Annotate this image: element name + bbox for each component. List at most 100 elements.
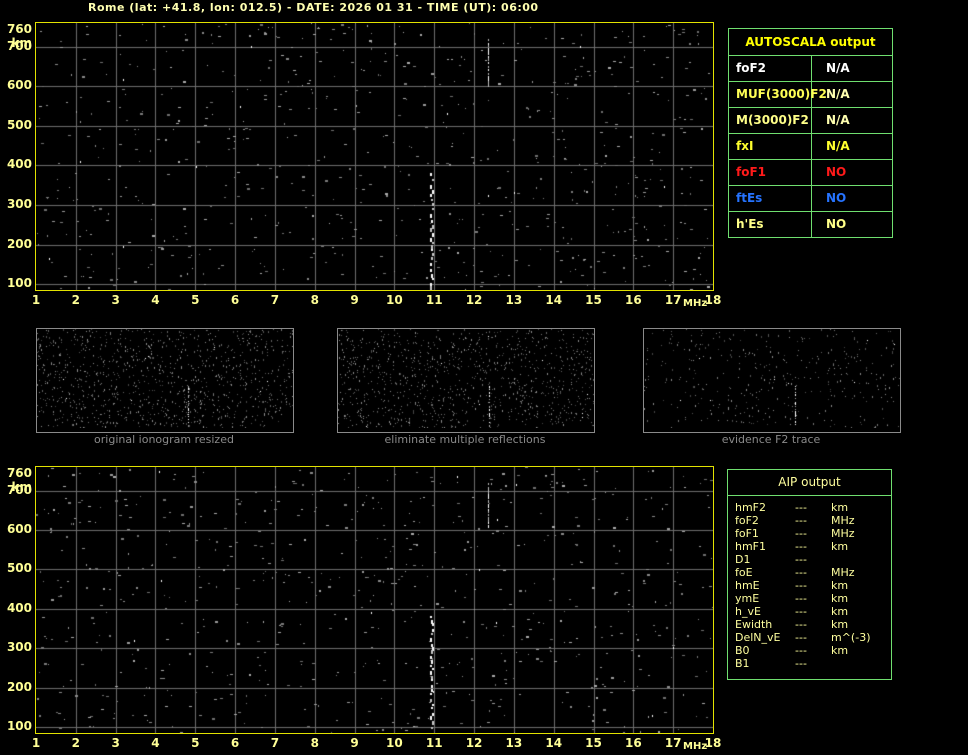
x-tick-label: 1 xyxy=(31,293,41,307)
aip-param-value: --- xyxy=(795,540,807,553)
x-axis-unit-label: MHz xyxy=(683,741,708,752)
aip-param-label: hmF1 xyxy=(735,540,767,553)
aip-param-label: B1 xyxy=(735,657,750,670)
aip-param-unit xyxy=(831,553,891,566)
x-tick-label: 15 xyxy=(585,293,602,307)
x-tick-label: 3 xyxy=(111,293,120,307)
aip-param-value: --- xyxy=(795,579,807,592)
x-tick-label: 16 xyxy=(624,293,642,307)
y-tick-label: 500 xyxy=(6,117,32,132)
x-tick-label: 4 xyxy=(151,293,160,307)
thumbnail-f2-trace xyxy=(643,328,901,433)
autoscala-row-muf3000f2: MUF(3000)F2 N/A xyxy=(729,82,892,108)
aip-param-label: hmE xyxy=(735,579,760,592)
y-tick-label: 760 xyxy=(6,466,32,480)
autoscala-table-body: foF2 N/A MUF(3000)F2 N/A M(3000)F2 N/A fxI N/A f… xyxy=(729,56,892,237)
autoscala-output-table: AUTOSCALA output foF2 N/A MUF(3000)F2 N/A M(… xyxy=(728,28,893,238)
aip-param-unit: km xyxy=(831,592,849,605)
x-tick-label: 11 xyxy=(425,293,443,307)
aip-param-value: --- xyxy=(795,618,807,631)
autoscala-window: Rome (lat: +41.8, lon: 012.5) - DATE: 20… xyxy=(0,0,968,755)
aip-param-unit: km xyxy=(831,605,849,618)
autoscala-param-label: ftEs xyxy=(729,186,812,211)
autoscala-table-header: AUTOSCALA output xyxy=(729,29,892,56)
aip-row-d1: D1 --- xyxy=(728,553,891,566)
aip-param-value: --- xyxy=(795,514,807,527)
x-tick-label: 11 xyxy=(425,736,443,750)
y-tick-label: 600 xyxy=(6,78,32,93)
x-tick-label: 13 xyxy=(505,736,523,750)
x-tick-label: 2 xyxy=(71,736,80,750)
x-tick-label: 8 xyxy=(310,293,319,307)
x-tick-label: 13 xyxy=(505,293,523,307)
x-tick-label: 7 xyxy=(270,293,280,307)
aip-row-fof2: foF2 --- MHz xyxy=(728,514,891,527)
aip-param-value: --- xyxy=(795,566,807,579)
aip-row-yme: ymE --- km xyxy=(728,592,891,605)
autoscala-row-fof2: foF2 N/A xyxy=(729,56,892,82)
y-tick-label: 300 xyxy=(6,196,32,211)
aip-table-header: AIP output xyxy=(728,470,891,496)
aip-param-label: B0 xyxy=(735,644,750,657)
aip-row-ewidth: Ewidth --- km xyxy=(728,618,891,631)
x-tick-label: 1 xyxy=(31,736,41,750)
aip-param-value: --- xyxy=(795,527,807,540)
y-tick-label: 700 xyxy=(6,38,32,53)
aip-param-value: --- xyxy=(795,644,807,657)
autoscala-row-m3000f2: M(3000)F2 N/A xyxy=(729,108,892,134)
autoscala-param-value: NO xyxy=(826,165,847,179)
aip-param-label: foE xyxy=(735,566,753,579)
autoscala-param-label: fxI xyxy=(729,134,812,159)
thumbnail-f2-canvas xyxy=(644,329,900,428)
aip-row-hmf2: hmF2 --- km xyxy=(728,501,891,514)
caption-multiple-reflections: eliminate multiple reflections xyxy=(384,433,546,446)
y-tick-label: 760 xyxy=(6,22,32,36)
y-tick-label: 100 xyxy=(6,276,32,291)
aip-param-label: D1 xyxy=(735,553,751,566)
autoscala-row-hes: h'Es NO xyxy=(729,212,892,237)
aip-param-label: ymE xyxy=(735,592,760,605)
top-ionogram-canvas xyxy=(36,23,713,290)
x-tick-label: 6 xyxy=(230,293,240,307)
autoscala-param-value: N/A xyxy=(826,61,850,75)
autoscala-param-value: NO xyxy=(826,191,847,205)
x-tick-label: 14 xyxy=(545,736,563,750)
autoscala-param-label: MUF(3000)F2 xyxy=(729,82,827,107)
aip-param-value: --- xyxy=(795,592,807,605)
x-tick-label: 2 xyxy=(71,293,80,307)
x-tick-label: 7 xyxy=(270,736,280,750)
aip-param-unit: km xyxy=(831,540,849,553)
aip-param-value: --- xyxy=(795,553,807,566)
aip-param-value: --- xyxy=(795,657,807,670)
autoscala-row-fxi: fxI N/A xyxy=(729,134,892,160)
x-tick-label: 14 xyxy=(545,293,563,307)
aip-row-delnve: DelN_vE --- m^(-3) xyxy=(728,631,891,644)
x-tick-label: 16 xyxy=(624,736,642,750)
y-tick-label: 300 xyxy=(6,640,32,655)
x-tick-label: 9 xyxy=(350,293,359,307)
aip-row-hmf1: hmF1 --- km xyxy=(728,540,891,553)
autoscala-row-fof1: foF1 NO xyxy=(729,160,892,186)
aip-row-fof1: foF1 --- MHz xyxy=(728,527,891,540)
aip-param-label: foF2 xyxy=(735,514,759,527)
aip-param-unit xyxy=(831,657,891,670)
aip-param-value: --- xyxy=(795,631,807,644)
y-tick-label: 100 xyxy=(6,719,32,734)
aip-param-unit: km xyxy=(831,644,849,657)
aip-param-unit: MHz xyxy=(831,566,855,579)
autoscala-param-value: NO xyxy=(826,217,847,231)
y-tick-label: 400 xyxy=(6,600,32,615)
caption-f2-trace: evidence F2 trace xyxy=(721,433,821,446)
y-tick-label: 400 xyxy=(6,157,32,172)
station-date-title: Rome (lat: +41.8, lon: 012.5) - DATE: 20… xyxy=(88,1,539,14)
x-tick-label: 3 xyxy=(111,736,120,750)
x-tick-label: 10 xyxy=(386,293,403,307)
autoscala-row-ftes: ftEs NO xyxy=(729,186,892,212)
aip-param-unit: km xyxy=(831,501,849,514)
x-tick-label: 12 xyxy=(465,736,483,750)
autoscala-param-value: N/A xyxy=(826,139,850,153)
aip-row-b0: B0 --- km xyxy=(728,644,891,657)
top-ionogram-plot xyxy=(35,22,714,291)
autoscala-param-value: N/A xyxy=(826,113,850,127)
x-tick-label: 5 xyxy=(191,736,200,750)
